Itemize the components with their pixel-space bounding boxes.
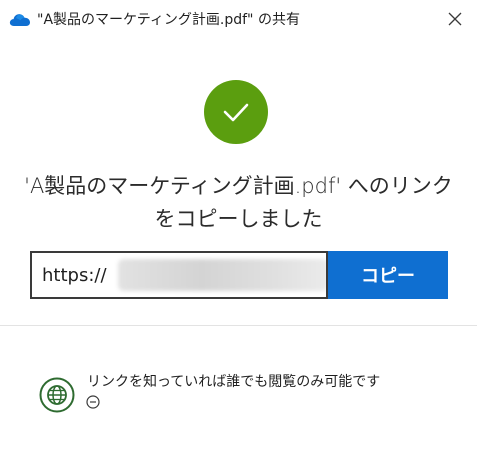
redacted-url <box>118 259 326 291</box>
copy-button[interactable]: コピー <box>328 251 448 299</box>
success-heading: 'A製品のマーケティング計画.pdf' へのリンク をコピーしました <box>20 170 457 236</box>
onedrive-cloud-icon <box>9 14 30 26</box>
checkmark-icon <box>223 103 249 122</box>
title-bar: "A製品のマーケティング計画.pdf" の共有 <box>0 0 477 40</box>
share-dialog: "A製品のマーケティング計画.pdf" の共有 'A製品のマーケティング計画.p… <box>0 0 477 451</box>
globe-icon <box>39 377 75 413</box>
heading-line-1: 'A製品のマーケティング計画.pdf' へのリンク <box>24 174 453 198</box>
close-icon <box>448 12 462 26</box>
heading-line-2: をコピーしました <box>154 207 323 231</box>
window-title: "A製品のマーケティング計画.pdf" の共有 <box>37 12 300 28</box>
permission-text: リンクを知っていれば誰でも閲覧のみ可能です <box>87 374 381 390</box>
close-button[interactable] <box>439 4 471 34</box>
link-url-text: https:// <box>42 265 107 286</box>
divider <box>0 325 477 326</box>
success-check <box>204 80 268 144</box>
collapse-circle-icon[interactable] <box>86 395 100 409</box>
link-field[interactable]: https:// <box>30 251 328 299</box>
link-row: https:// コピー <box>30 251 448 299</box>
